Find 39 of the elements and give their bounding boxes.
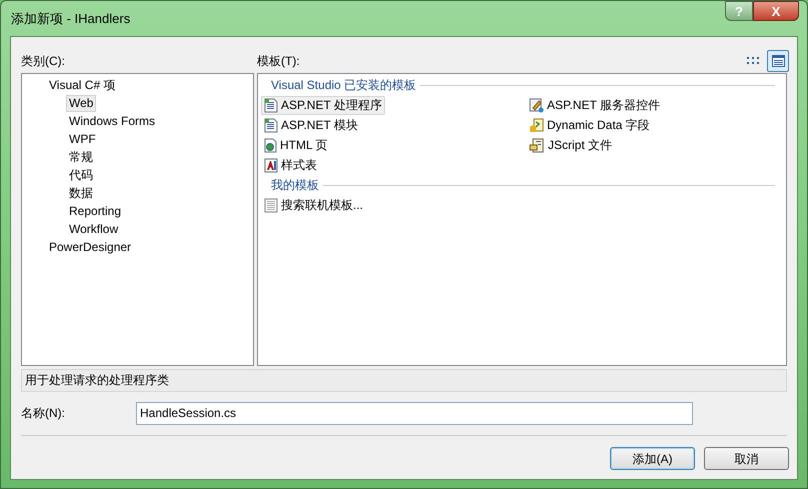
letter-page-icon — [264, 158, 278, 172]
description-bar: 用于处理请求的处理程序类 — [21, 369, 787, 392]
templates-label: 模板(T): — [257, 53, 301, 70]
tree-item[interactable]: Reporting — [66, 202, 124, 220]
code-file-icon — [264, 98, 278, 112]
name-input-field[interactable]: HandleSession.cs — [136, 402, 693, 424]
template-item[interactable]: JScript 文件 — [526, 136, 616, 154]
grid-view-icon — [747, 56, 759, 66]
template-item[interactable]: 搜索联机模板... — [261, 196, 366, 214]
template-item[interactable]: ASP.NET 服务器控件 — [526, 96, 663, 114]
tree-item[interactable]: 常规 — [66, 148, 96, 166]
tree-item[interactable]: WPF — [66, 130, 99, 148]
template-item[interactable]: ASP.NET 模块 — [261, 116, 361, 134]
name-label: 名称(N): — [21, 405, 66, 422]
list-view-icon — [772, 55, 784, 67]
template-item[interactable]: HTML 页 — [261, 136, 331, 154]
template-item[interactable]: ASP.NET 处理程序 — [261, 96, 385, 114]
section-heading: 我的模板 — [271, 177, 319, 194]
tree-item[interactable]: 数据 — [66, 184, 96, 202]
section-heading: Visual Studio 已安装的模板 — [271, 77, 416, 94]
window-title: 添加新项 - IHandlers — [11, 10, 130, 28]
tree-item[interactable]: Visual C# 项 — [46, 76, 118, 94]
scroll-page-icon — [529, 138, 545, 152]
categories-label: 类别(C): — [21, 53, 66, 70]
view-toggle[interactable] — [767, 50, 789, 72]
globe-page-icon — [264, 138, 277, 152]
template-item[interactable]: Dynamic Data 字段 — [526, 116, 653, 134]
tree-item[interactable]: Workflow — [66, 220, 122, 238]
dialog-button[interactable]: 取消 — [704, 447, 789, 470]
database-page-icon — [529, 118, 544, 132]
template-item[interactable]: 样式表 — [261, 156, 320, 174]
blank-page-icon — [264, 198, 278, 212]
pencil-page-icon — [529, 98, 544, 112]
dialog-button[interactable]: 添加(A) — [610, 447, 695, 470]
tree-item[interactable]: Windows Forms — [66, 112, 158, 130]
tree-item[interactable]: 代码 — [66, 166, 96, 184]
tree-item[interactable]: PowerDesigner — [46, 238, 134, 256]
code-file-icon — [264, 118, 278, 132]
tree-item[interactable]: Web — [66, 94, 96, 112]
